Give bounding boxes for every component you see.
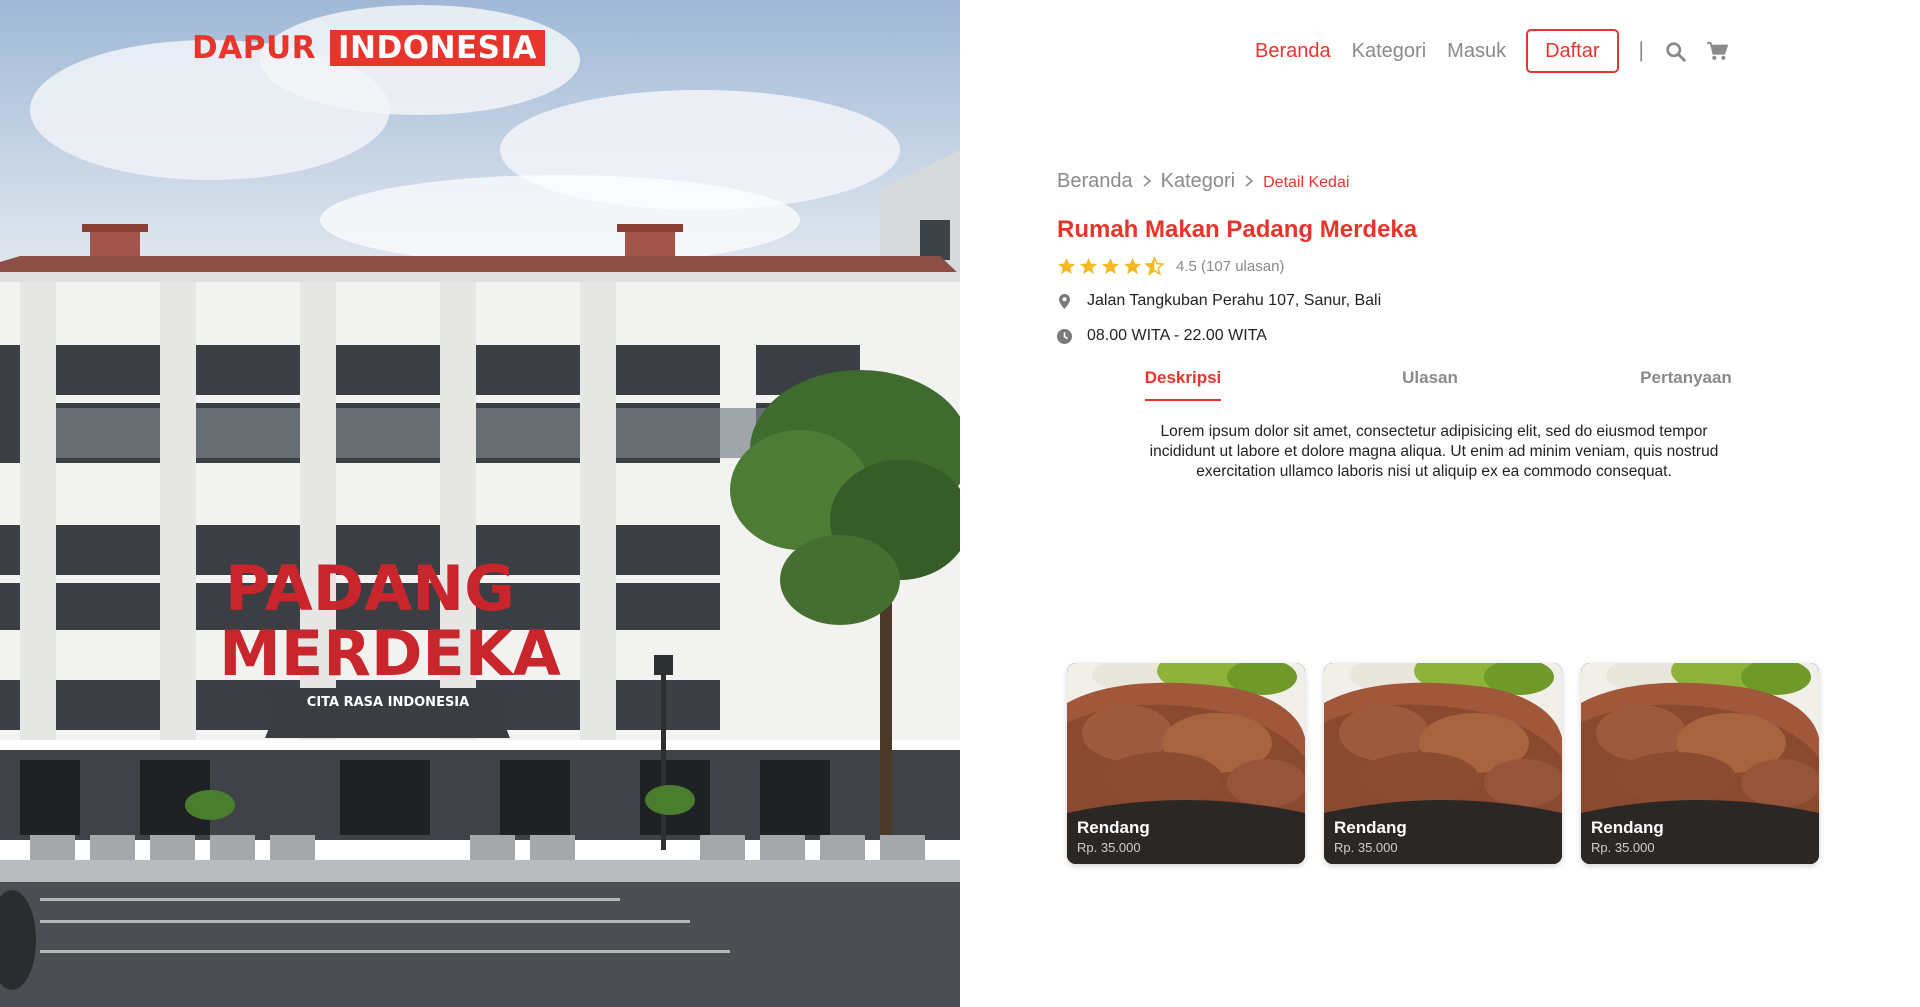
breadcrumb-current: Detail Kedai [1263, 174, 1350, 191]
menu-list: Rendang Rp. 35.000 Rendang Rp. 35.000 Re… [1067, 663, 1838, 864]
hero-sign-line1: PADANG [225, 552, 515, 625]
nav-link-beranda[interactable]: Beranda [1255, 40, 1331, 63]
rating-text: 4.5 (107 ulasan) [1176, 257, 1285, 275]
breadcrumb: Beranda Kategori Detail Kedai [1057, 168, 1817, 194]
hero-image: PADANG MERDEKA CITA RASA INDONESIA [0, 0, 960, 1007]
menu-card[interactable]: Rendang Rp. 35.000 [1324, 663, 1562, 864]
hero-sign-banner: CITA RASA INDONESIA [307, 695, 469, 710]
hours-row: 08.00 WITA - 22.00 WITA [1057, 326, 1817, 346]
brand-logo-part2: INDONESIA [330, 30, 546, 66]
chevron-right-icon [1245, 175, 1254, 187]
breadcrumb-kategori[interactable]: Kategori [1161, 170, 1236, 193]
restaurant-hours: 08.00 WITA - 22.00 WITA [1087, 327, 1267, 344]
tab-deskripsi[interactable]: Deskripsi [1145, 368, 1222, 388]
star-half-icon [1145, 256, 1164, 276]
star-icon [1079, 257, 1098, 274]
star-icon [1123, 257, 1142, 274]
map-pin-icon [1057, 293, 1072, 309]
menu-card-name: Rendang [1334, 818, 1407, 837]
menu-card[interactable]: Rendang Rp. 35.000 [1581, 663, 1819, 864]
brand-logo-part1: DAPUR [192, 30, 316, 66]
search-icon[interactable] [1664, 40, 1686, 62]
hero-sign-line2: MERDEKA [219, 617, 561, 690]
nav-link-masuk[interactable]: Masuk [1447, 40, 1506, 63]
menu-card-price: Rp. 35.000 [1591, 840, 1655, 855]
star-icon [1101, 257, 1120, 274]
register-button[interactable]: Daftar [1526, 29, 1619, 73]
tab-pertanyaan[interactable]: Pertanyaan [1640, 368, 1732, 388]
tab-ulasan[interactable]: Ulasan [1402, 368, 1458, 388]
menu-card-price: Rp. 35.000 [1077, 840, 1141, 855]
clock-icon [1057, 328, 1072, 344]
menu-card-name: Rendang [1591, 818, 1664, 837]
nav-link-kategori[interactable]: Kategori [1352, 40, 1427, 63]
restaurant-description: Lorem ipsum dolor sit amet, consectetur … [1149, 423, 1719, 480]
chevron-right-icon [1143, 175, 1151, 187]
menu-card-price: Rp. 35.000 [1334, 840, 1398, 855]
restaurant-name: Rumah Makan Padang Merdeka [1057, 216, 1418, 243]
rating: 4.5 (107 ulasan) [1057, 256, 1817, 276]
restaurant-detail: Beranda Kategori Detail Kedai Rumah Maka… [1057, 168, 1817, 480]
restaurant-address: Jalan Tangkuban Perahu 107, Sanur, Bali [1087, 292, 1382, 309]
address-row: Jalan Tangkuban Perahu 107, Sanur, Bali [1057, 291, 1817, 311]
detail-tabs: Deskripsi Ulasan Pertanyaan [1057, 368, 1817, 404]
cart-icon[interactable] [1706, 40, 1728, 62]
rating-stars [1057, 256, 1167, 276]
menu-card[interactable]: Rendang Rp. 35.000 [1067, 663, 1305, 864]
brand-logo[interactable]: DAPUR INDONESIA [192, 30, 546, 66]
menu-card-name: Rendang [1077, 818, 1150, 837]
breadcrumb-beranda[interactable]: Beranda [1057, 170, 1133, 193]
star-icon [1057, 257, 1076, 274]
top-nav: Beranda Kategori Masuk Daftar | [1234, 29, 1728, 73]
nav-separator: | [1638, 39, 1644, 62]
active-tab-indicator [1145, 399, 1221, 401]
